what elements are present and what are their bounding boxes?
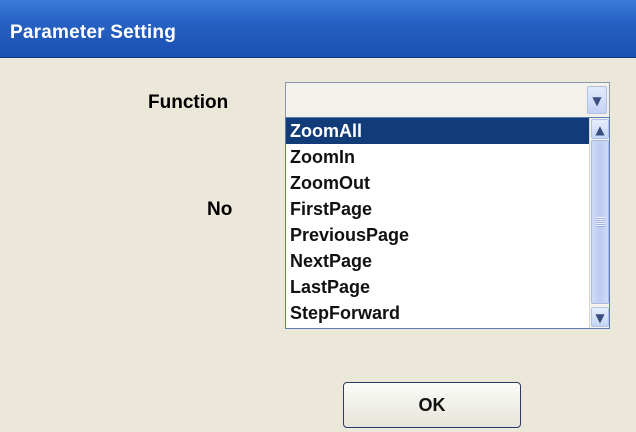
- combo-dropdown-button[interactable]: ▼: [587, 86, 607, 114]
- title-bar: Parameter Setting: [0, 0, 636, 58]
- list-item-nextpage[interactable]: NextPage: [286, 248, 589, 274]
- scroll-down-button[interactable]: ▼: [591, 307, 609, 327]
- ok-button[interactable]: OK: [343, 382, 521, 428]
- list-item-firstpage[interactable]: FirstPage: [286, 196, 589, 222]
- list-item-zoomall[interactable]: ZoomAll: [286, 118, 589, 144]
- list-item-zoomout[interactable]: ZoomOut: [286, 170, 589, 196]
- no-label: No: [207, 199, 233, 220]
- list-scrollbar[interactable]: ▲ ▼: [589, 118, 609, 328]
- chevron-up-icon: ▲: [595, 123, 605, 137]
- window-title: Parameter Setting: [10, 22, 177, 43]
- list-item-previouspage[interactable]: PreviousPage: [286, 222, 589, 248]
- list-item-stepforward[interactable]: StepForward: [286, 300, 589, 326]
- scroll-thumb[interactable]: [591, 140, 609, 304]
- chevron-down-icon: ▼: [595, 311, 605, 325]
- function-label: Function: [148, 92, 229, 113]
- grip-icon: [596, 217, 605, 227]
- scroll-up-button[interactable]: ▲: [591, 119, 609, 139]
- list-item-zoomin[interactable]: ZoomIn: [286, 144, 589, 170]
- chevron-down-icon: ▼: [592, 94, 602, 108]
- function-combobox[interactable]: ▼: [285, 82, 610, 118]
- function-dropdown-list[interactable]: ZoomAll ZoomIn ZoomOut FirstPage Previou…: [285, 117, 610, 329]
- list-item-lastpage[interactable]: LastPage: [286, 274, 589, 300]
